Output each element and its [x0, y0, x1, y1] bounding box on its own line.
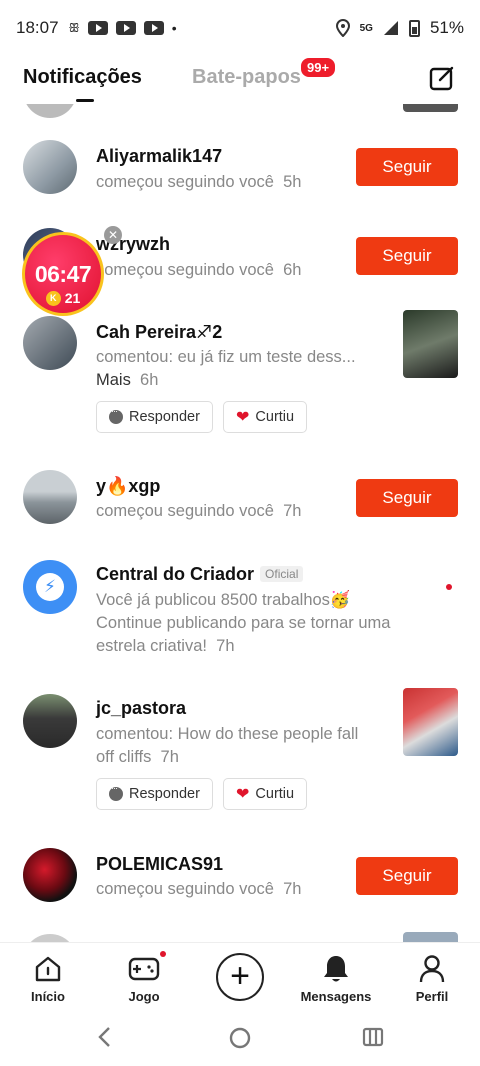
notification-list[interactable]: Aliyarmalik147 começou seguindo você 5h …	[0, 104, 480, 942]
user-name[interactable]: Aliyarmalik147	[96, 146, 222, 167]
notification-text: começou seguindo você 6h	[96, 261, 302, 279]
avatar[interactable]	[23, 694, 77, 748]
header: Notificações Bate-papos 99+	[0, 56, 480, 104]
system-nav-bar	[0, 1012, 480, 1066]
post-thumbnail[interactable]	[403, 932, 458, 942]
avatar[interactable]	[23, 848, 77, 902]
youtube-icon	[87, 21, 108, 35]
nav-profile[interactable]: Perfil	[392, 943, 472, 1004]
avatar[interactable]	[23, 316, 77, 370]
home-icon	[35, 956, 61, 982]
notification-icon: ꕥ	[68, 20, 80, 35]
bottom-nav: Início Jogo + Mensagens Perfil	[0, 942, 480, 1012]
notification-text: comentou: eu já fiz um teste dess...	[96, 348, 356, 366]
tab-notifications[interactable]: Notificações	[23, 66, 142, 89]
avatar[interactable]	[23, 140, 77, 194]
heart-icon: ❤	[236, 409, 250, 426]
unread-dot	[446, 584, 452, 590]
chat-bubble-icon	[109, 783, 123, 801]
nav-home[interactable]: Início	[8, 943, 88, 1004]
reply-button[interactable]: Responder	[96, 401, 213, 433]
nav-label: Mensagens	[300, 989, 372, 1004]
notification-text: começou seguindo você 7h	[96, 502, 302, 520]
timer-time: 06:47	[34, 261, 92, 287]
heart-icon: ❤	[236, 786, 250, 803]
compose-icon[interactable]	[428, 64, 456, 92]
avatar[interactable]	[23, 934, 77, 942]
person-icon	[419, 955, 445, 983]
signal-icon	[383, 21, 398, 35]
timer-coins: K 21	[25, 290, 101, 306]
user-name[interactable]: POLEMICAS91	[96, 854, 223, 875]
notification-meta: off cliffs 7h	[96, 748, 179, 766]
avatar[interactable]	[23, 104, 77, 118]
recents-icon[interactable]	[362, 1026, 384, 1048]
nav-game[interactable]: Jogo	[104, 943, 184, 1004]
follow-button[interactable]: Seguir	[356, 148, 458, 186]
post-thumbnail[interactable]	[403, 104, 458, 112]
coin-icon: K	[45, 290, 61, 306]
nav-badge-dot	[160, 951, 166, 957]
liked-button[interactable]: ❤ Curtiu	[223, 401, 308, 433]
status-time: 18:07	[16, 18, 59, 37]
official-badge: Oficial	[260, 566, 304, 582]
home-circle-icon[interactable]	[228, 1026, 252, 1050]
follow-button[interactable]: Seguir	[356, 479, 458, 517]
chats-badge: 99+	[299, 56, 338, 79]
back-icon[interactable]	[96, 1026, 114, 1048]
user-name[interactable]: jc_pastora	[96, 698, 186, 719]
bell-icon	[324, 956, 348, 982]
nav-label: Perfil	[415, 989, 449, 1004]
avatar[interactable]: ⚡	[23, 560, 77, 614]
notification-text: começou seguindo você 7h	[96, 880, 302, 898]
nav-label: Início	[31, 989, 65, 1004]
notification-text: Você já publicou 8500 trabalhos🥳	[96, 591, 351, 609]
lightning-icon: ⚡	[36, 573, 64, 601]
location-icon	[335, 19, 350, 37]
network-type: 5G	[359, 22, 373, 34]
youtube-icon	[143, 21, 164, 35]
reply-button[interactable]: Responder	[96, 778, 213, 810]
notification-text: começou seguindo você 5h	[96, 173, 302, 191]
notification-text: comentou: How do these people fall	[96, 725, 359, 743]
battery-icon	[408, 19, 420, 37]
follow-button[interactable]: Seguir	[356, 857, 458, 895]
notification-meta: Mais 6h	[96, 371, 159, 389]
post-thumbnail[interactable]	[403, 688, 458, 756]
notification-meta: estrela criativa! 7h	[96, 637, 235, 655]
avatar[interactable]	[23, 470, 77, 524]
follow-button[interactable]: Seguir	[356, 237, 458, 275]
post-thumbnail[interactable]	[403, 310, 458, 378]
tab-chats[interactable]: Bate-papos	[192, 66, 301, 89]
more-link[interactable]: Mais	[96, 371, 131, 389]
tab-indicator	[76, 99, 94, 102]
battery-level: 51%	[429, 18, 464, 37]
status-bar: 18:07 ꕥ • 5G 51%	[0, 0, 480, 56]
youtube-icon	[115, 21, 136, 35]
gamepad-icon	[128, 957, 160, 981]
timer-widget[interactable]: 06:47 K 21	[22, 232, 104, 316]
liked-button[interactable]: ❤ Curtiu	[223, 778, 308, 810]
user-name[interactable]: y🔥xgp	[96, 476, 160, 497]
dot-icon: •	[171, 20, 177, 36]
close-icon[interactable]: ✕	[104, 226, 122, 244]
chat-bubble-icon	[109, 406, 123, 424]
nav-messages[interactable]: Mensagens	[296, 943, 376, 1004]
notification-text: Continue publicando para se tornar uma	[96, 614, 391, 632]
user-name[interactable]: Central do Criador Oficial	[96, 564, 304, 585]
user-name[interactable]: Cah Pereira♐2	[96, 322, 222, 343]
create-button[interactable]: +	[216, 953, 264, 1001]
nav-label: Jogo	[128, 989, 160, 1004]
